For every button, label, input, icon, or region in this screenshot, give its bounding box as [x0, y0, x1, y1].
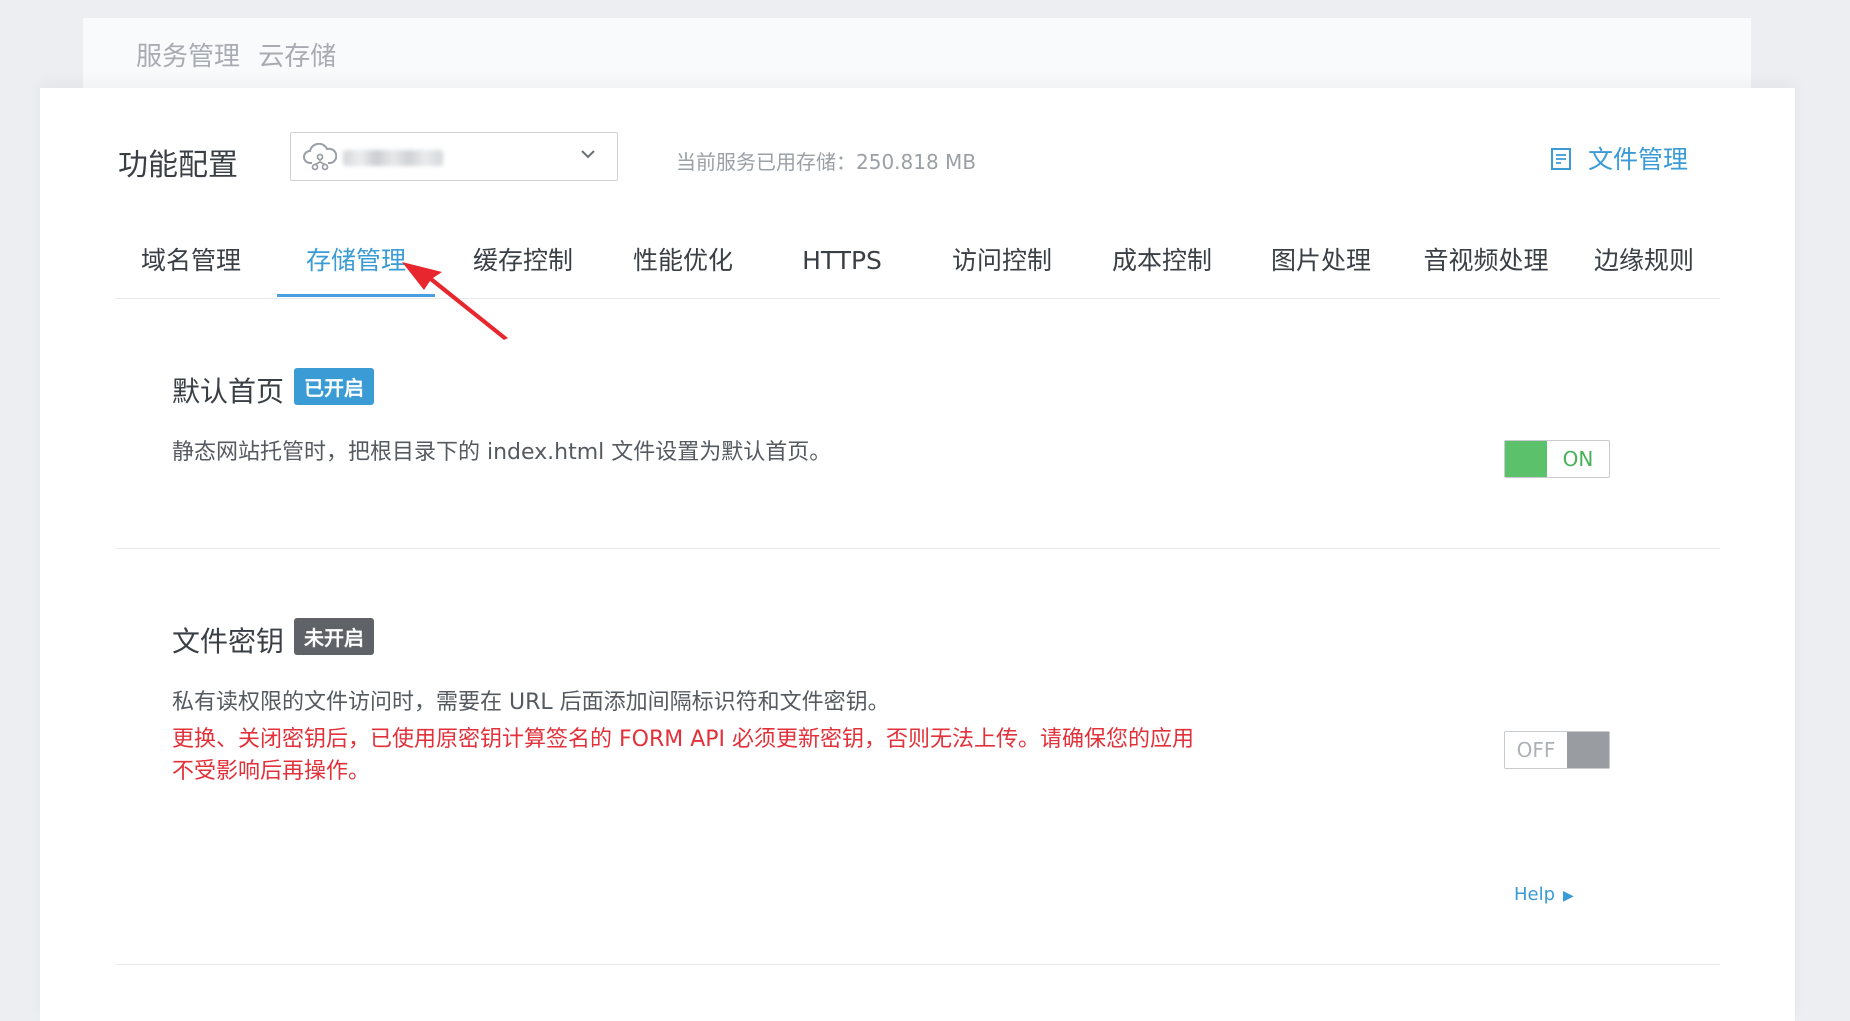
file-management-label: 文件管理: [1587, 145, 1688, 174]
tab-av-processing[interactable]: 音视频处理: [1401, 218, 1571, 388]
page-title: 功能配置: [118, 148, 238, 183]
file-key-toggle[interactable]: OFF: [1504, 731, 1610, 769]
breadcrumb: 服务管理 云存储: [136, 36, 336, 73]
tab-domain-management[interactable]: 域名管理: [116, 218, 266, 388]
service-name-blurred: [343, 150, 443, 166]
annotation-arrow-icon: [402, 262, 508, 340]
tab-label: 域名管理: [140, 246, 241, 275]
storage-usage: 当前服务已用存储：250.818 MB: [676, 150, 977, 174]
service-select[interactable]: [290, 132, 618, 181]
cloud-icon: [303, 143, 337, 171]
default-homepage-title: 默认首页: [172, 375, 285, 408]
file-icon: [1551, 148, 1571, 170]
feature-config-panel: 功能配置 当前服务已用存储：250.818 MB 文件管理 域名管理 存储管理 …: [40, 88, 1795, 1021]
file-key-warning: 更换、关闭密钥后，已使用原密钥计算签名的 FORM API 必须更新密钥，否则无…: [172, 727, 1195, 784]
breadcrumb-item-service-management[interactable]: 服务管理: [136, 42, 240, 72]
tab-label: HTTPS: [802, 246, 882, 275]
tab-label: 性能优化: [632, 246, 733, 275]
default-homepage-toggle[interactable]: ON: [1504, 440, 1610, 478]
tab-label: 边缘规则: [1593, 246, 1694, 275]
tab-label: 存储管理: [305, 246, 406, 275]
toggle-label: ON: [1562, 447, 1594, 471]
play-arrow-icon: ▶: [1563, 888, 1574, 904]
section-divider: [116, 548, 1720, 549]
toggle-fill: [1567, 732, 1609, 768]
status-badge-enabled: 已开启: [294, 368, 374, 405]
tab-label: 访问控制: [951, 246, 1052, 275]
bottom-divider: [116, 964, 1720, 965]
tab-https[interactable]: HTTPS: [767, 218, 917, 388]
tab-label: 音视频处理: [1423, 246, 1549, 275]
tabs-divider: [116, 298, 1720, 299]
file-key-title: 文件密钥: [172, 625, 285, 658]
default-homepage-description: 静态网站托管时，把根目录下的 index.html 文件设置为默认首页。: [172, 440, 832, 465]
status-badge-disabled: 未开启: [294, 618, 374, 655]
tab-image-processing[interactable]: 图片处理: [1246, 218, 1396, 388]
help-link[interactable]: Help ▶: [1514, 884, 1574, 905]
breadcrumb-bar: 服务管理 云存储: [83, 18, 1751, 88]
tab-performance[interactable]: 性能优化: [608, 218, 758, 388]
tab-label: 成本控制: [1111, 246, 1212, 275]
chevron-down-icon: [581, 150, 595, 159]
tab-edge-rules[interactable]: 边缘规则: [1569, 218, 1719, 388]
feature-tabs: 域名管理 存储管理 缓存控制 性能优化 HTTPS 访问控制 成本控制 图片处理…: [116, 218, 1756, 388]
file-management-link[interactable]: 文件管理: [1550, 140, 1688, 176]
file-key-description: 私有读权限的文件访问时，需要在 URL 后面添加间隔标识符和文件密钥。: [172, 690, 890, 715]
tab-cost-control[interactable]: 成本控制: [1087, 218, 1237, 388]
toggle-fill: [1505, 441, 1547, 477]
tab-access-control[interactable]: 访问控制: [927, 218, 1077, 388]
help-label: Help: [1514, 884, 1556, 905]
breadcrumb-item-cloud-storage: 云存储: [258, 42, 337, 72]
toggle-label: OFF: [1516, 738, 1556, 762]
tab-label: 图片处理: [1270, 246, 1371, 275]
